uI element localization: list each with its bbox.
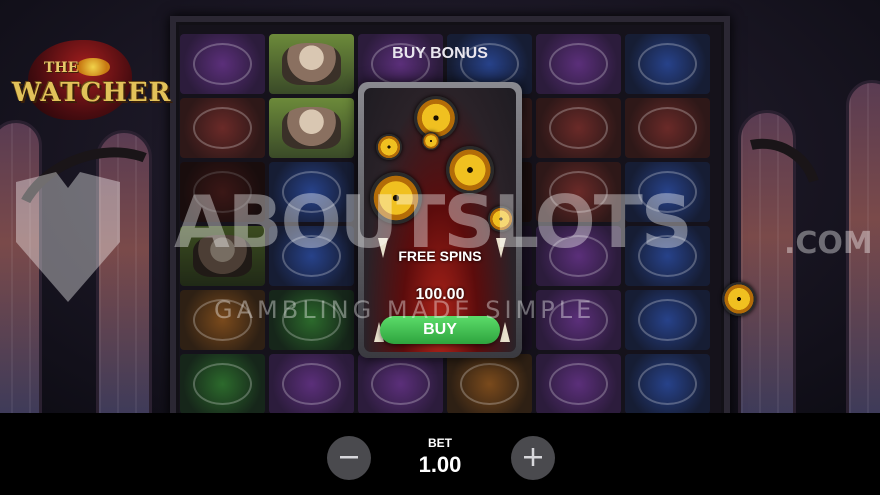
old-man-symbol-icon xyxy=(192,235,253,277)
monster-eye-icon xyxy=(446,146,494,194)
reel-cell xyxy=(180,98,265,158)
pentagram-symbol-icon xyxy=(637,235,698,277)
monster-eye-icon xyxy=(376,134,402,160)
reel-cell xyxy=(625,226,710,286)
book-symbol-icon xyxy=(637,171,698,213)
candle-symbol-icon xyxy=(459,363,520,405)
reel-cell xyxy=(447,354,532,413)
candle-symbol-icon xyxy=(192,171,253,213)
game-logo: THE WATCHER xyxy=(4,38,170,126)
candle-symbol-icon xyxy=(548,43,609,85)
free-spins-artwork: FREE SPINS 100.00 BUY xyxy=(364,88,516,352)
bet-increase-button[interactable] xyxy=(511,436,555,480)
reel-cell xyxy=(536,290,621,350)
buy-bonus-title: BUY BONUS xyxy=(392,45,488,62)
reel-cell xyxy=(358,354,443,413)
logo-the-text: THE xyxy=(44,60,79,76)
reel-cell xyxy=(536,34,621,94)
reel-cell xyxy=(536,98,621,158)
candle-symbol-icon xyxy=(281,363,342,405)
reel-cell xyxy=(269,290,354,350)
reel-cell xyxy=(269,162,354,222)
reel-cell xyxy=(625,162,710,222)
monster-eye-icon xyxy=(370,172,422,224)
pentagram-symbol-icon xyxy=(281,171,342,213)
old-man-symbol-icon xyxy=(281,107,342,149)
game-scene: THE WATCHER BUY BONUS FREE SPINS 100.00 … xyxy=(0,0,880,413)
candle-symbol-icon xyxy=(192,43,253,85)
reel-cell xyxy=(180,354,265,413)
free-spins-label: FREE SPINS xyxy=(398,248,482,264)
candle-symbol-icon xyxy=(548,171,609,213)
monster-eye-icon xyxy=(488,206,514,232)
key-symbol-icon xyxy=(192,299,253,341)
young-man-symbol-icon xyxy=(370,363,431,405)
candle-symbol-icon xyxy=(281,299,342,341)
candle-symbol-icon xyxy=(548,235,609,277)
stained-glass-window-right xyxy=(846,80,880,413)
reel-cell xyxy=(269,226,354,286)
logo-name-text: WATCHER xyxy=(12,78,172,108)
reel-cell xyxy=(269,98,354,158)
logo-eye-icon xyxy=(76,58,110,76)
candle-symbol-icon xyxy=(548,363,609,405)
pentagram-symbol-icon xyxy=(637,107,698,149)
pentagram-symbol-icon xyxy=(637,299,698,341)
bet-value: 1.00 xyxy=(418,452,462,477)
old-man-symbol-icon xyxy=(281,43,342,85)
bet-label: BET xyxy=(428,436,452,450)
pentagram-symbol-icon xyxy=(637,363,698,405)
plus-icon xyxy=(522,446,544,471)
reel-cell xyxy=(625,354,710,413)
monster-eye-icon xyxy=(422,132,440,150)
watcher-eye-icon xyxy=(722,282,756,316)
reel-cell xyxy=(625,98,710,158)
candle-symbol-icon xyxy=(192,363,253,405)
free-spins-card[interactable]: FREE SPINS 100.00 BUY xyxy=(358,82,522,358)
candle-symbol-icon xyxy=(548,107,609,149)
reel-cell xyxy=(625,290,710,350)
reel-cell xyxy=(536,162,621,222)
reel-cell xyxy=(180,290,265,350)
candle-symbol-icon xyxy=(192,107,253,149)
pentagram-symbol-icon xyxy=(281,235,342,277)
reel-cell xyxy=(625,34,710,94)
free-spins-price: 100.00 xyxy=(415,286,465,303)
reel-cell xyxy=(536,354,621,413)
reel-cell xyxy=(269,354,354,413)
reel-cell xyxy=(180,226,265,286)
pentagram-symbol-icon xyxy=(637,43,698,85)
fang-icon xyxy=(500,322,510,342)
reel-cell xyxy=(180,34,265,94)
bet-decrease-button[interactable] xyxy=(327,436,371,480)
buy-button[interactable]: BUY xyxy=(380,316,500,344)
minus-icon xyxy=(338,446,360,471)
reel-cell xyxy=(180,162,265,222)
reel-cell xyxy=(269,34,354,94)
candle-symbol-icon xyxy=(548,299,609,341)
reel-cell xyxy=(536,226,621,286)
